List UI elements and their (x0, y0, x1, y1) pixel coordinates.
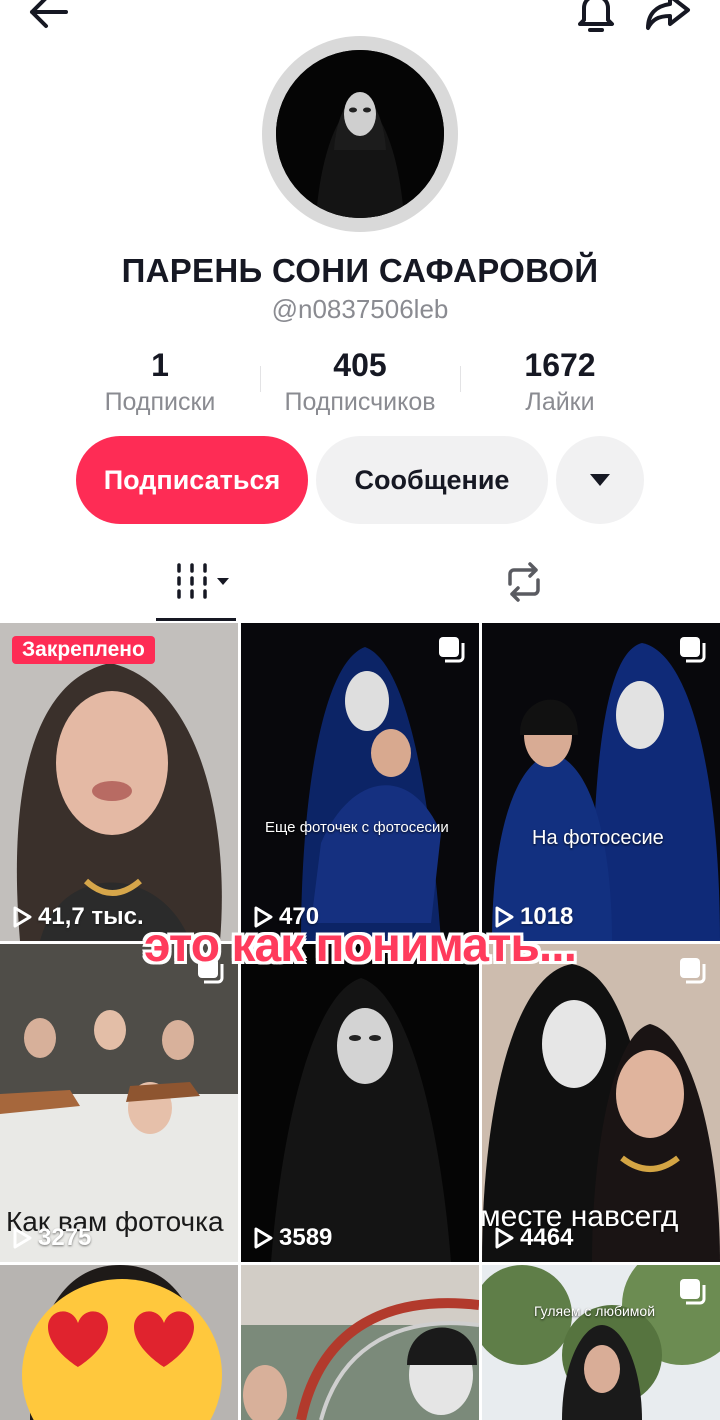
video-thumbnail[interactable]: месте навсегд 4464 (482, 944, 720, 1262)
share-icon (646, 0, 690, 30)
video-thumbnail[interactable] (241, 1265, 479, 1420)
view-count-value: 3275 (38, 1224, 92, 1251)
view-count-value: 4464 (520, 1224, 574, 1251)
tab-indicator (156, 618, 236, 621)
video-caption: На фотосесие (532, 827, 664, 849)
play-icon (13, 1227, 32, 1249)
stat-followers-label: Подписчиков (284, 388, 436, 416)
video-thumbnail[interactable] (0, 1265, 238, 1420)
back-button[interactable] (26, 0, 70, 30)
video-thumbnail[interactable]: На фотосесие 1018 (482, 623, 720, 941)
play-icon (254, 1227, 273, 1249)
stat-followers-value: 405 (333, 347, 387, 383)
video-thumbnail[interactable]: Как вам фоточка 3275 (0, 944, 238, 1262)
profile-name: ПАРЕНЬ СОНИ САФАРОВОЙ (121, 252, 599, 289)
pinned-badge: Закреплено (12, 636, 155, 664)
stat-likes-value: 1672 (524, 347, 596, 383)
video-thumbnail[interactable]: 41,7 тыс. (0, 623, 238, 941)
profile-handle: @n0837506leb (271, 294, 449, 324)
share-button[interactable] (644, 0, 692, 32)
stat-followers[interactable]: 405 Подписчиков (260, 345, 460, 417)
play-icon (495, 1227, 514, 1249)
video-thumbnail[interactable]: Гуляем с любимой (482, 1265, 720, 1420)
view-count: 3275 (12, 1224, 91, 1252)
video-thumbnail[interactable]: Еще фоточек с фотосесии 470 (241, 623, 479, 941)
message-button[interactable]: Сообщение (316, 436, 548, 524)
tab-reposts[interactable] (502, 562, 546, 607)
view-count-value: 3589 (279, 1224, 333, 1251)
video-caption: Еще фоточек с фотосесии (265, 819, 449, 836)
video-thumbnail[interactable]: 3589 (241, 944, 479, 1262)
tab-videos[interactable] (176, 562, 232, 607)
avatar[interactable] (276, 50, 444, 218)
bell-icon (578, 0, 614, 32)
multi-photo-icon (680, 637, 706, 663)
overlay-caption: это как понимать... (144, 919, 577, 972)
repost-icon (508, 562, 540, 602)
stat-likes[interactable]: 1672 Лайки (460, 345, 660, 417)
multi-photo-icon (680, 1279, 706, 1305)
notifications-button[interactable] (574, 0, 618, 34)
stat-following[interactable]: 1 Подписки (60, 345, 260, 417)
videos-grid-icon (177, 563, 229, 599)
video-caption: Гуляем с любимой (534, 1303, 656, 1319)
more-options-button[interactable] (556, 436, 644, 524)
view-count: 4464 (494, 1224, 573, 1252)
stat-following-label: Подписки (104, 388, 216, 416)
follow-button[interactable]: Подписаться (76, 436, 308, 524)
multi-photo-icon (439, 637, 465, 663)
stat-likes-label: Лайки (525, 388, 595, 416)
caret-down-icon (590, 474, 610, 486)
back-arrow-icon (30, 0, 68, 28)
view-count: 3589 (253, 1224, 332, 1252)
stat-following-value: 1 (151, 347, 169, 383)
